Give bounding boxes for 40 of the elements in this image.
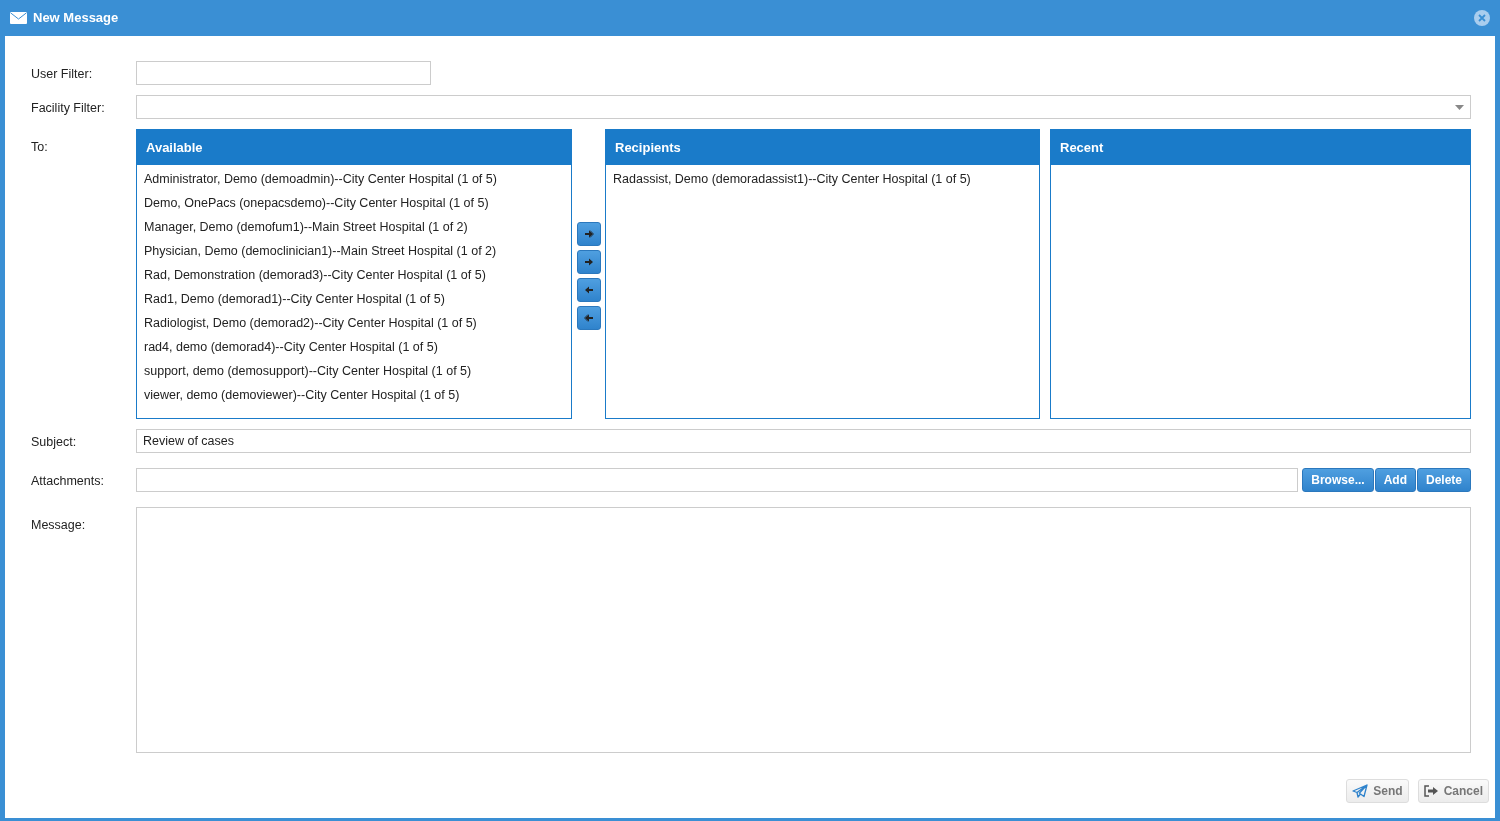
left-arrow-icon xyxy=(583,285,594,295)
move-button[interactable] xyxy=(576,278,601,302)
list-item[interactable]: Radiologist, Demo (demorad2)--City Center Hospital (1 of 5) xyxy=(137,311,571,335)
field-label: User Filter: xyxy=(31,67,93,81)
list-item[interactable]: Demo, OnePacs (onepacsdemo)--City Center Hospital (1 of 5) xyxy=(137,191,571,215)
paper-plane-icon xyxy=(1352,784,1369,798)
list-item[interactable]: rad4, demo (demorad4)--City Center Hospital (1 of 5) xyxy=(137,335,571,359)
close-icon xyxy=(1478,14,1486,22)
field-label: Subject: xyxy=(31,435,77,449)
user-filter-field[interactable] xyxy=(136,61,431,85)
list-item[interactable]: Physician, Demo (democlinician1)--Main Street Hospital (1 of 2) xyxy=(137,239,571,263)
exit-icon xyxy=(1423,785,1439,797)
list-item[interactable]: Radassist, Demo (demoradassist1)--City Center Hospital (1 of 5) xyxy=(606,167,1039,191)
list-item[interactable]: Manager, Demo (demofum1)--Main Street Hospital (1 of 2) xyxy=(137,215,571,239)
list-item[interactable]: support, demo (demosupport)--City Center Hospital (1 of 5) xyxy=(137,359,571,383)
subject-field[interactable]: Review of cases xyxy=(136,429,1471,453)
move-button[interactable] xyxy=(576,250,601,274)
list-header: Recipients xyxy=(606,130,1039,165)
message-field[interactable] xyxy=(136,507,1471,753)
move-button[interactable] xyxy=(576,222,601,246)
list-item[interactable]: viewer, demo (demoviewer)--City Center Hospital (1 of 5) xyxy=(137,383,571,407)
move-button[interactable] xyxy=(576,306,601,330)
facility-filter-dropdown[interactable] xyxy=(136,95,1471,119)
list-header: Available xyxy=(137,130,571,165)
left-arrow-icon xyxy=(583,313,594,323)
dropdown-caret-icon xyxy=(1455,104,1464,110)
field-label: Facility Filter: xyxy=(31,101,105,115)
list-item[interactable]: Rad1, Demo (demorad1)--City Center Hospital (1 of 5) xyxy=(137,287,571,311)
list-header: Recent xyxy=(1051,130,1470,165)
window-title: New Message xyxy=(33,9,119,28)
field-label: Attachments: xyxy=(31,474,104,488)
list-item[interactable]: Administrator, Demo (demoadmin)--City Center Hospital (1 of 5) xyxy=(137,167,571,191)
right-arrow-icon xyxy=(583,229,594,239)
field-label: Message: xyxy=(31,518,86,532)
list-item[interactable]: Rad, Demonstration (demorad3)--City Center Hospital (1 of 5) xyxy=(137,263,571,287)
envelope-icon xyxy=(10,12,27,24)
right-arrow-icon xyxy=(583,257,594,267)
attachments-field[interactable] xyxy=(136,468,1299,492)
field-label: To: xyxy=(31,140,48,154)
close-button[interactable] xyxy=(1474,10,1490,26)
